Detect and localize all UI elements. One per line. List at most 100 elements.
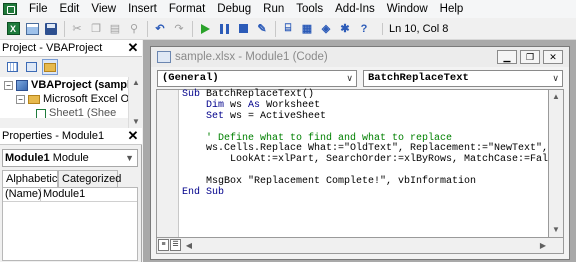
tab-categorized[interactable]: Categorized (58, 170, 121, 187)
copy-button[interactable]: ❐ (87, 20, 105, 38)
run-button[interactable] (196, 20, 214, 38)
scroll-right-icon[interactable]: ▶ (537, 239, 549, 252)
folder-icon (28, 95, 40, 104)
toolbar-separator (64, 20, 65, 37)
full-module-view-button[interactable]: ☰ (170, 239, 181, 251)
code-line[interactable]: End Sub (182, 187, 560, 199)
code-bottom-bar: ≡ ☰ ◀ ▶ (156, 238, 564, 254)
view-object-button[interactable] (23, 59, 39, 75)
find-icon: ⚲ (129, 23, 139, 35)
menu-run[interactable]: Run (257, 0, 290, 18)
tree-item-excel-objects[interactable]: − Microsoft Excel Ol (16, 93, 128, 106)
project-tree-horizontal-scrollbar[interactable] (0, 118, 128, 128)
chevron-down-icon[interactable]: ▼ (125, 150, 134, 166)
object-type: Module (52, 152, 89, 164)
cursor-position-readout: Ln 10, Col 8 (382, 22, 448, 35)
tab-alphabetic[interactable]: Alphabetic (2, 170, 58, 187)
project-tree-vertical-scrollbar[interactable]: ▲ ▼ (128, 77, 142, 128)
object-browser-button[interactable]: ◈ (317, 20, 335, 38)
code-window-title: sample.xlsx - Module1 (Code) (175, 51, 328, 63)
project-explorer-title: Project - VBAProject (2, 42, 103, 54)
tree-item-label: Microsoft Excel Ol (43, 93, 128, 105)
object-combo-value: (General) (162, 72, 219, 84)
scroll-down-icon[interactable]: ▼ (129, 116, 143, 128)
redo-button[interactable]: ↷ (170, 20, 188, 38)
help-button[interactable]: ? (355, 20, 373, 38)
property-name: (Name) (5, 188, 42, 201)
scroll-down-icon[interactable]: ▼ (549, 223, 563, 237)
undo-icon: ↶ (155, 23, 165, 35)
code-line[interactable]: Set ws = ActiveSheet (182, 111, 560, 123)
minimize-button[interactable]: ▁ (497, 50, 517, 64)
properties-icon: ▦ (301, 23, 313, 35)
property-row[interactable]: (Name) Module1 (3, 188, 137, 202)
tree-item-label: VBAProject (sampl (31, 79, 128, 91)
collapse-icon[interactable]: − (16, 95, 25, 104)
save-button[interactable] (42, 20, 60, 38)
worksheet-icon (36, 108, 46, 119)
project-explorer-button[interactable]: ⌸ (279, 20, 297, 38)
menu-file[interactable]: File (23, 0, 54, 18)
find-button[interactable]: ⚲ (125, 20, 143, 38)
menu-insert[interactable]: Insert (122, 0, 163, 18)
excel-app-icon[interactable] (3, 3, 17, 15)
toolbar-separator (192, 20, 193, 37)
toolbar-separator (275, 20, 276, 37)
save-icon (45, 22, 57, 35)
properties-window-button[interactable]: ▦ (298, 20, 316, 38)
procedure-combo[interactable]: BatchReplaceText ∨ (363, 70, 563, 87)
code-line[interactable]: LookAt:=xlPart, SearchOrder:=xlByRows, M… (182, 154, 560, 166)
restore-button[interactable]: ❐ (520, 50, 540, 64)
reset-button[interactable] (234, 20, 252, 38)
project-explorer-toolbar (0, 57, 142, 77)
menu-tools[interactable]: Tools (290, 0, 329, 18)
object-selector[interactable]: Module1 Module ▼ (2, 149, 138, 167)
close-icon[interactable]: ✕ (126, 41, 140, 55)
view-code-button[interactable] (4, 59, 20, 75)
play-icon (200, 23, 210, 34)
menu-debug[interactable]: Debug (211, 0, 257, 18)
close-icon[interactable]: ✕ (126, 129, 140, 143)
collapse-icon[interactable]: − (4, 81, 13, 90)
margin-indicator-bar[interactable] (157, 90, 179, 237)
property-value[interactable]: Module1 (43, 188, 85, 201)
object-combo[interactable]: (General) ∨ (157, 70, 357, 87)
code-window-title-bar[interactable]: sample.xlsx - Module1 (Code) ▁ ❐ ✕ (151, 47, 569, 67)
tree-item-vbaproject[interactable]: − VBAProject (sampl (4, 79, 128, 92)
toolbar-separator (147, 20, 148, 37)
paste-button[interactable]: ▤ (106, 20, 124, 38)
close-button[interactable]: ✕ (543, 50, 563, 64)
design-mode-button[interactable]: ✎ (253, 20, 271, 38)
scroll-up-icon[interactable]: ▲ (129, 77, 143, 89)
break-button[interactable] (215, 20, 233, 38)
menu-edit[interactable]: Edit (54, 0, 86, 18)
object-browser-icon: ◈ (321, 23, 331, 35)
code-module-icon (157, 51, 171, 63)
chevron-down-icon[interactable]: ∨ (346, 71, 353, 86)
view-buttons: ≡ ☰ (158, 239, 181, 251)
menu-window[interactable]: Window (381, 0, 434, 18)
code-line[interactable]: MsgBox "Replacement Complete!", vbInform… (182, 176, 560, 188)
scroll-up-icon[interactable]: ▲ (549, 90, 563, 104)
toggle-folders-button[interactable] (42, 59, 58, 75)
code-editor[interactable]: Sub BatchReplaceText() Dim ws As Workshe… (156, 89, 560, 238)
project-explorer-title-bar: Project - VBAProject ✕ (0, 40, 142, 57)
menu-add-ins[interactable]: Add-Ins (329, 0, 381, 18)
scroll-left-icon[interactable]: ◀ (183, 239, 195, 252)
pause-icon (219, 23, 229, 34)
view-excel-button[interactable]: X (4, 20, 22, 38)
copy-icon: ❐ (91, 23, 101, 35)
code-vertical-scrollbar[interactable]: ▲ ▼ (548, 89, 564, 238)
menu-help[interactable]: Help (434, 0, 470, 18)
code-text[interactable]: Sub BatchReplaceText() Dim ws As Workshe… (182, 89, 560, 199)
chevron-down-icon[interactable]: ∨ (552, 71, 559, 86)
cut-button[interactable]: ✂ (68, 20, 86, 38)
vba-project-icon (16, 80, 28, 91)
menu-format[interactable]: Format (163, 0, 211, 18)
insert-module-button[interactable] (23, 20, 41, 38)
toolbox-icon: ✱ (340, 23, 350, 35)
undo-button[interactable]: ↶ (151, 20, 169, 38)
toolbox-button[interactable]: ✱ (336, 20, 354, 38)
menu-view[interactable]: View (85, 0, 122, 18)
procedure-view-button[interactable]: ≡ (158, 239, 169, 251)
